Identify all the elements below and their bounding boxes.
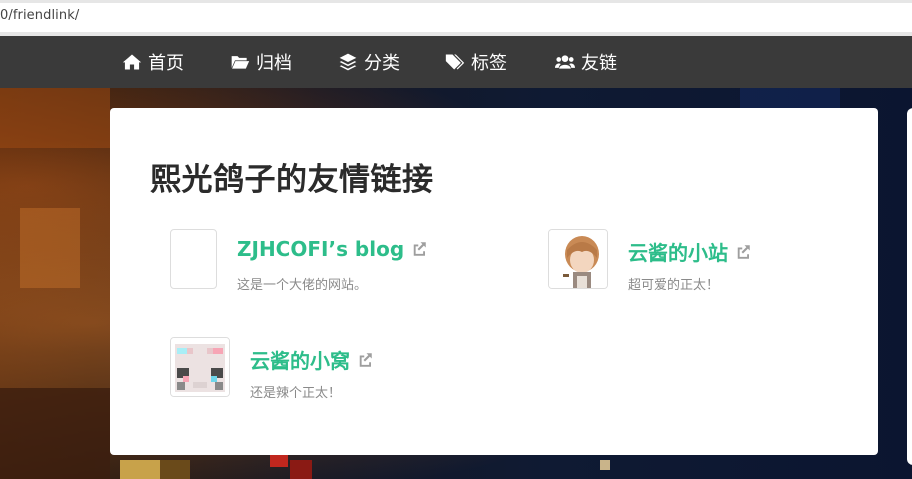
nav-item-friendlinks[interactable]: 友链 (555, 36, 617, 88)
friend-item[interactable]: ZJHCOFI’s blog 这是一个大佬的网站。 (170, 229, 500, 293)
layers-icon (339, 53, 357, 71)
friend-link[interactable]: ZJHCOFI’s blog (237, 237, 428, 261)
external-link-icon (737, 244, 750, 259)
anime-character-avatar (549, 230, 607, 288)
nav-item-label: 首页 (148, 53, 184, 74)
friend-link[interactable]: 云酱的小站 (628, 237, 752, 266)
url-text[interactable]: 0/friendlink/ (0, 8, 79, 23)
nav-item-label: 归档 (256, 53, 292, 74)
nav-item-tags[interactable]: 标签 (445, 36, 507, 88)
external-link-icon (413, 242, 426, 256)
friend-name[interactable]: 云酱的小站 (628, 237, 728, 266)
friend-avatar[interactable] (170, 229, 217, 289)
pixel-character-avatar (171, 338, 229, 396)
friend-description: 超可爱的正太！ (628, 278, 720, 293)
friend-name[interactable]: ZJHCOFI’s blog (237, 237, 404, 261)
friend-description: 这是一个大佬的网站。 (237, 278, 368, 293)
nav-item-label: 标签 (471, 53, 507, 74)
friend-avatar[interactable] (170, 337, 230, 397)
address-bar[interactable]: 0/friendlink/ (0, 0, 912, 36)
external-link-icon (359, 352, 372, 367)
browser-window: 0/friendlink/ 首页 归档 分类 标签 友链 熙光鸽子的友情链接 Z… (0, 0, 912, 479)
nav-item-label: 友链 (581, 53, 617, 74)
users-icon (555, 55, 575, 69)
nav-item-archive[interactable]: 归档 (230, 36, 292, 88)
home-icon (122, 54, 142, 70)
friend-item[interactable]: 云酱的小窝 还是辣个正太！ (170, 337, 500, 401)
nav-item-home[interactable]: 首页 (122, 36, 184, 88)
folder-open-icon (231, 56, 250, 69)
side-panel (907, 108, 912, 465)
page-title: 熙光鸽子的友情链接 (150, 162, 434, 198)
friend-link[interactable]: 云酱的小窝 (250, 345, 374, 374)
friend-name[interactable]: 云酱的小窝 (250, 345, 350, 374)
friendlink-card: 熙光鸽子的友情链接 ZJHCOFI’s blog 这是一个大佬的网站。 云酱的小… (110, 108, 878, 455)
top-navbar: 首页 归档 分类 标签 友链 (0, 36, 912, 88)
friend-item[interactable]: 云酱的小站 超可爱的正太！ (548, 229, 848, 293)
nav-item-label: 分类 (364, 53, 400, 74)
friend-avatar[interactable] (548, 229, 608, 289)
nav-item-categories[interactable]: 分类 (338, 36, 400, 88)
tags-icon (445, 54, 465, 70)
friend-description: 还是辣个正太！ (250, 386, 342, 401)
